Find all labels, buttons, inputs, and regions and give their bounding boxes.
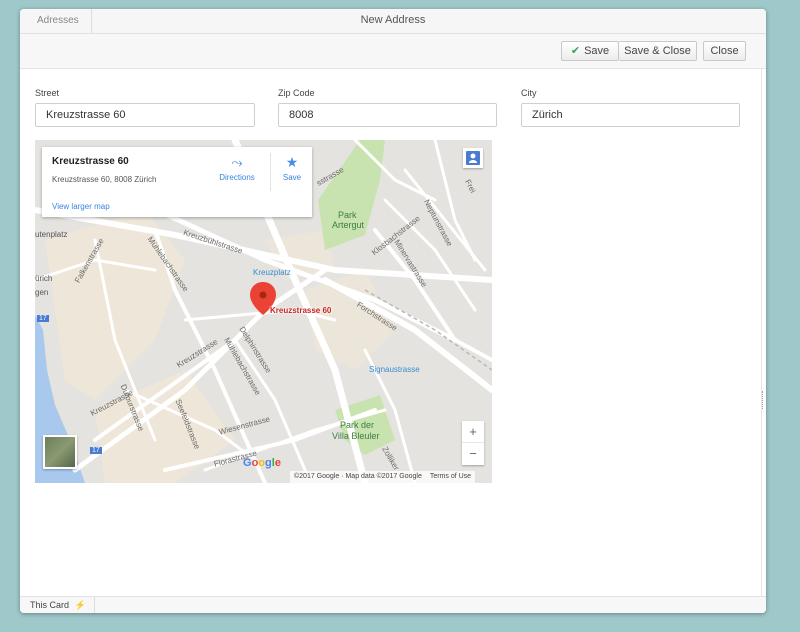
directions-button[interactable]: ⤳ Directions bbox=[214, 151, 260, 182]
park-artergut-label-line1: Park bbox=[338, 210, 357, 220]
map-pin-icon[interactable] bbox=[251, 282, 277, 316]
save-button[interactable]: ✔ Save bbox=[561, 41, 619, 61]
gen-label: gen bbox=[35, 288, 49, 297]
map-save-button[interactable]: ★ Save bbox=[277, 151, 307, 182]
title-bar: New Address Adresses bbox=[20, 9, 766, 34]
city-label: City bbox=[521, 88, 537, 98]
map-info-card: Kreuzstrasse 60 Kreuzstrasse 60, 8008 Zü… bbox=[42, 147, 312, 217]
map-attribution-text: ©2017 Google · Map data ©2017 Google bbox=[294, 473, 422, 480]
zurich-label: ürich bbox=[35, 274, 53, 283]
platz-label: utenplatz bbox=[35, 230, 68, 239]
map-attribution: ©2017 Google · Map data ©2017 Google Ter… bbox=[290, 471, 476, 483]
zip-code-input[interactable] bbox=[278, 103, 497, 127]
resize-grip[interactable] bbox=[762, 391, 765, 409]
zoom-out-button[interactable]: − bbox=[462, 443, 484, 465]
star-icon: ★ bbox=[285, 154, 299, 170]
check-icon: ✔ bbox=[570, 45, 581, 57]
directions-label: Directions bbox=[219, 173, 255, 182]
park-artergut-label-line2: Artergut bbox=[332, 220, 365, 230]
form-content: Street Zip Code City bbox=[20, 69, 765, 596]
save-and-close-button[interactable]: Save & Close bbox=[619, 41, 697, 61]
street-label: Street bbox=[35, 88, 60, 98]
info-card-address: Kreuzstrasse 60, 8008 Zürich bbox=[52, 175, 157, 184]
pegman-icon[interactable] bbox=[463, 148, 483, 168]
terms-of-use-link[interactable]: Terms of Use bbox=[430, 473, 471, 480]
map-pin-label: Kreuzstrasse 60 bbox=[270, 306, 332, 315]
street-input[interactable] bbox=[35, 103, 255, 127]
view-larger-map-link[interactable]: View larger map bbox=[52, 202, 110, 211]
city-input[interactable] bbox=[521, 103, 740, 127]
satellite-toggle[interactable] bbox=[43, 435, 77, 469]
close-button[interactable]: Close bbox=[703, 41, 746, 61]
signaustrasse-label: Signaustrasse bbox=[369, 365, 420, 374]
google-logo: Google bbox=[243, 457, 281, 469]
map-save-label: Save bbox=[282, 173, 302, 182]
route-badge-1: 17 bbox=[37, 315, 49, 322]
directions-icon: ⤳ bbox=[231, 154, 243, 170]
window-title: New Address bbox=[360, 14, 426, 26]
this-card-tab[interactable]: This Card ⚡ bbox=[20, 597, 95, 613]
address-window: New Address Adresses ✔ Save Save & Close … bbox=[20, 9, 766, 613]
lightning-icon: ⚡ bbox=[74, 600, 86, 610]
park-villa-bleuler-label-line2: Villa Bleuler bbox=[332, 431, 380, 441]
route-badge-2: 17 bbox=[90, 447, 102, 454]
kreuzplatz-label: Kreuzplatz bbox=[253, 268, 291, 277]
map-view[interactable]: Kreuzbühlstrasse Mühlebachstrasse Falken… bbox=[35, 140, 492, 483]
zip-code-label: Zip Code bbox=[278, 88, 315, 98]
park-villa-bleuler-label-line1: Park der bbox=[340, 420, 375, 430]
zoom-control: + − bbox=[462, 421, 484, 465]
footer-bar: This Card ⚡ bbox=[20, 596, 766, 613]
save-button-label: Save bbox=[584, 45, 610, 57]
this-card-label: This Card bbox=[30, 600, 70, 610]
breadcrumb-adresses[interactable]: Adresses bbox=[20, 9, 92, 33]
zoom-in-button[interactable]: + bbox=[462, 421, 484, 443]
info-card-divider bbox=[270, 153, 271, 191]
toolbar: ✔ Save Save & Close Close bbox=[20, 34, 766, 69]
info-card-title: Kreuzstrasse 60 bbox=[52, 156, 129, 167]
